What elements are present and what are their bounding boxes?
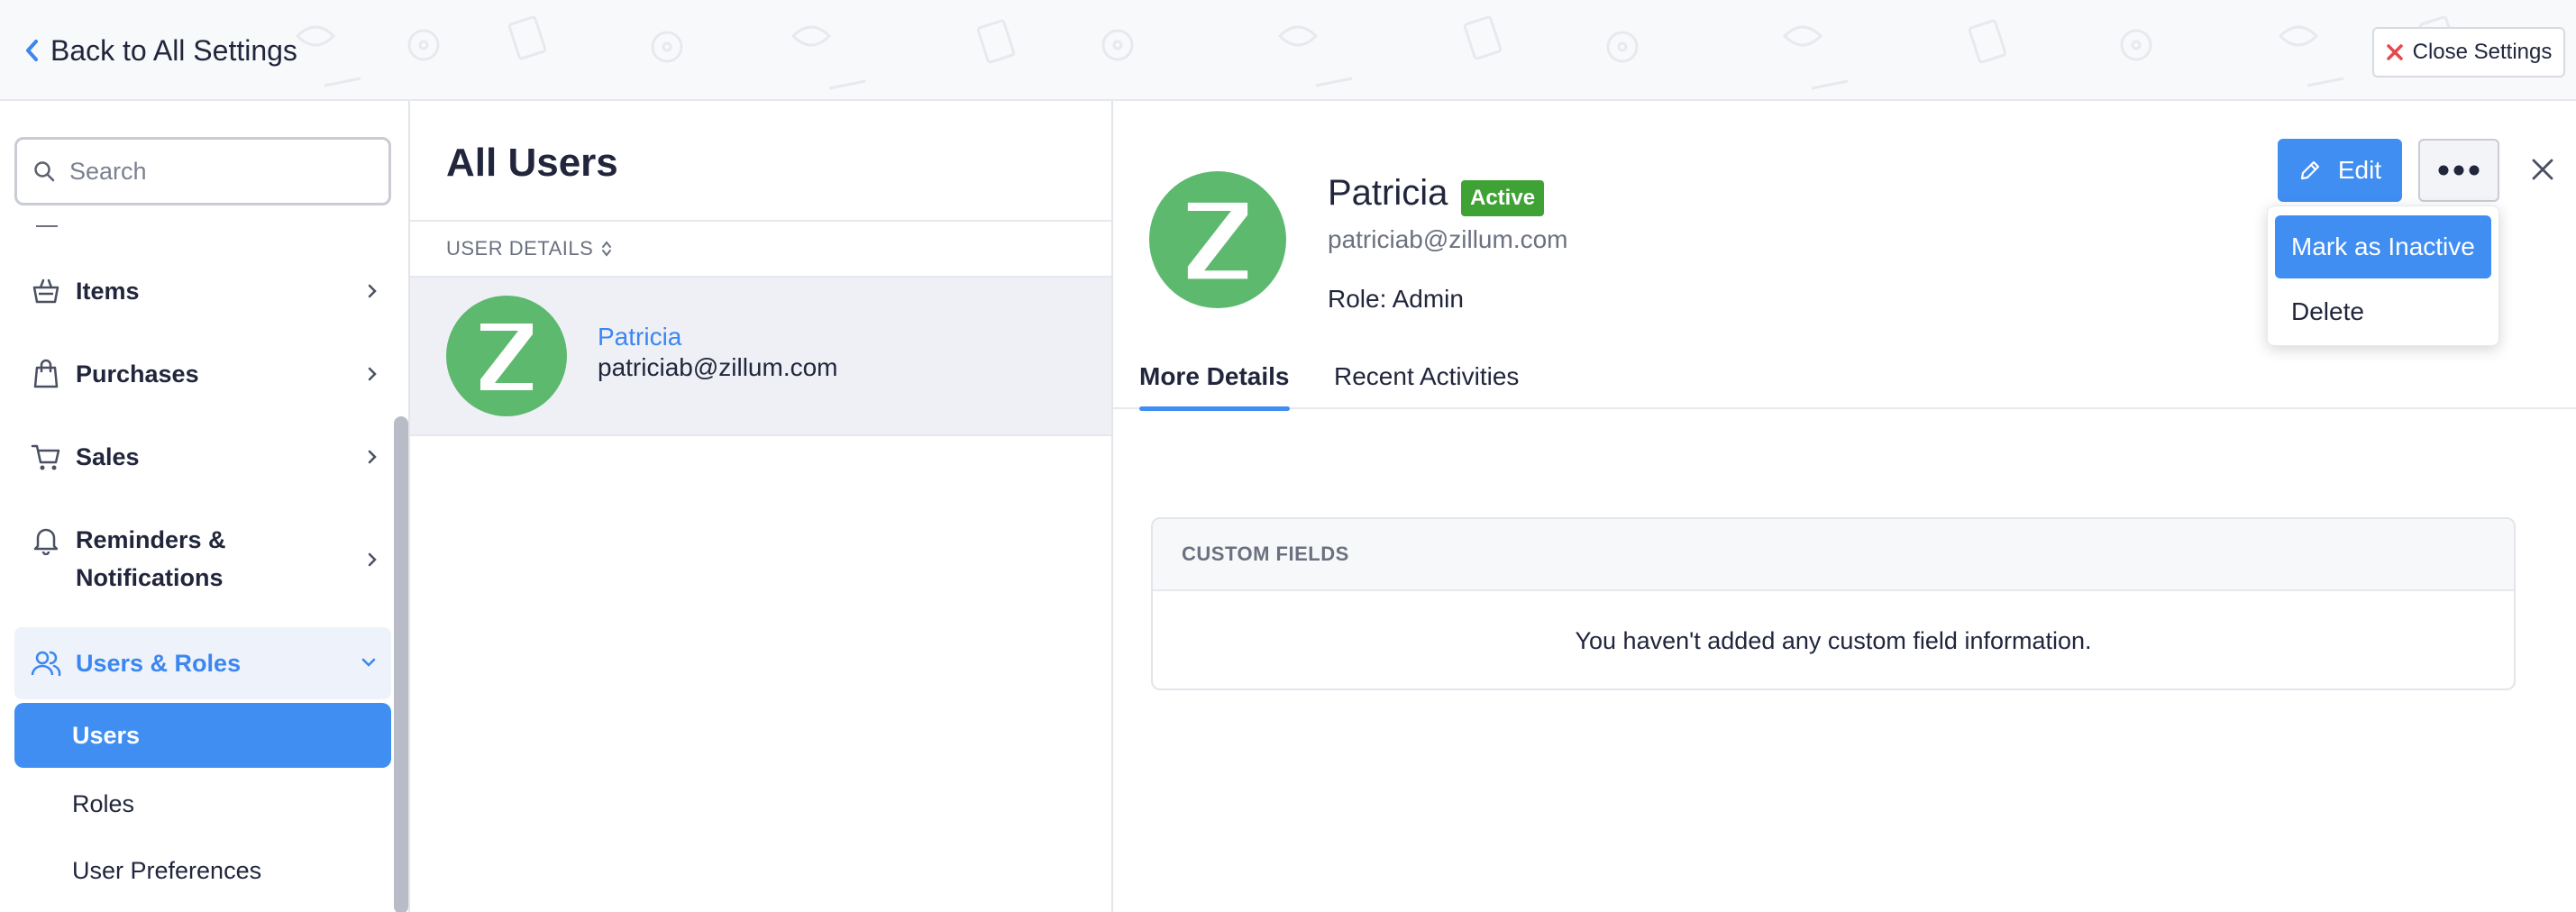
user-name-link[interactable]: Patricia — [598, 323, 681, 351]
close-icon — [2386, 44, 2403, 60]
user-email: patriciab@zillum.com — [598, 353, 838, 381]
sidebar-item-purchases[interactable]: Purchases — [14, 355, 391, 393]
user-email: patriciab@zillum.com — [1328, 225, 1568, 253]
user-name: Patricia — [1328, 173, 1448, 213]
user-row[interactable]: Patricia patriciab@zillum.com — [410, 278, 1111, 436]
menu-item-mark-inactive[interactable]: Mark as Inactive — [2275, 215, 2491, 278]
pencil-icon — [2300, 160, 2319, 180]
sidebar-item-label-line1: Reminders & — [76, 526, 226, 553]
cart-icon — [31, 444, 60, 470]
chevron-right-icon — [368, 284, 377, 298]
menu-item-delete[interactable]: Delete — [2275, 280, 2491, 343]
avatar — [1149, 171, 1286, 308]
sidebar-subitem-user-preferences[interactable]: User Preferences — [14, 838, 391, 903]
custom-fields-card: CUSTOM FIELDS You haven't added any cust… — [1151, 517, 2516, 690]
settings-header: Back to All Settings Close Settings — [0, 0, 2576, 101]
detail-tabs: More Details Recent Activities — [1113, 344, 2576, 411]
settings-sidebar: Items Purchases Sales Reminders & Notifi… — [0, 101, 410, 912]
users-list-pane: All Users USER DETAILS Patricia patricia… — [410, 101, 1113, 912]
sidebar-item-label: Purchases — [76, 360, 199, 388]
edit-button[interactable]: Edit — [2278, 139, 2402, 202]
sidebar-search[interactable] — [14, 137, 391, 205]
basket-icon — [32, 278, 59, 304]
more-options-menu: Mark as Inactive Delete — [2267, 205, 2499, 346]
sidebar-item-label: Users & Roles — [76, 650, 242, 677]
column-header-label: USER DETAILS — [446, 237, 594, 260]
search-input[interactable] — [69, 157, 358, 186]
back-link-label: Back to All Settings — [50, 33, 297, 67]
sidebar-item-sales[interactable]: Sales — [14, 438, 391, 476]
custom-fields-empty-message: You haven't added any custom field infor… — [1575, 626, 2092, 654]
header-pattern — [295, 15, 2458, 90]
tab-recent-activities[interactable]: Recent Activities — [1334, 344, 1519, 409]
user-details-column-header[interactable]: USER DETAILS — [410, 220, 1111, 278]
close-icon[interactable] — [2526, 153, 2559, 186]
page-title: All Users — [446, 141, 618, 185]
status-badge: Active — [1461, 180, 1545, 216]
chevron-down-icon — [361, 658, 376, 667]
edit-button-label: Edit — [2337, 156, 2382, 184]
sidebar-item-items[interactable]: Items — [14, 272, 391, 310]
sidebar-item-label: Items — [76, 278, 140, 305]
sidebar-subitem-roles[interactable]: Roles — [14, 771, 391, 836]
search-icon — [34, 161, 55, 182]
user-role: Role: Admin — [1328, 285, 1464, 313]
scrolled-item-edge — [36, 222, 58, 227]
sort-icon — [602, 241, 612, 257]
more-horizontal-icon — [2438, 165, 2480, 176]
tab-more-details[interactable]: More Details — [1139, 344, 1290, 411]
chevron-left-icon — [26, 40, 38, 61]
avatar — [446, 296, 567, 416]
shopping-bag-icon — [33, 359, 59, 388]
chevron-right-icon — [368, 367, 377, 381]
sidebar-scrollbar[interactable] — [394, 416, 408, 912]
close-settings-label: Close Settings — [2412, 40, 2553, 64]
chevron-right-icon — [368, 450, 377, 464]
users-icon — [31, 651, 61, 677]
sidebar-item-users-roles[interactable]: Users & Roles — [14, 644, 391, 682]
avatar-initial-icon — [480, 324, 533, 390]
more-options-button[interactable] — [2418, 139, 2499, 202]
sidebar-item-reminders[interactable]: Reminders & Notifications — [14, 521, 391, 598]
sidebar-subitem-users[interactable]: Users — [14, 703, 391, 768]
bell-icon — [33, 528, 59, 555]
user-detail-pane: Patricia Active patriciab@zillum.com Rol… — [1113, 101, 2576, 912]
chevron-right-icon — [368, 552, 377, 567]
sidebar-item-label-line2: Notifications — [76, 564, 224, 591]
custom-fields-title: CUSTOM FIELDS — [1153, 519, 2514, 591]
sidebar-item-label: Sales — [76, 443, 140, 470]
back-to-settings-link[interactable]: Back to All Settings — [23, 29, 297, 72]
close-settings-button[interactable]: Close Settings — [2372, 27, 2565, 78]
avatar-initial-icon — [1187, 202, 1248, 279]
